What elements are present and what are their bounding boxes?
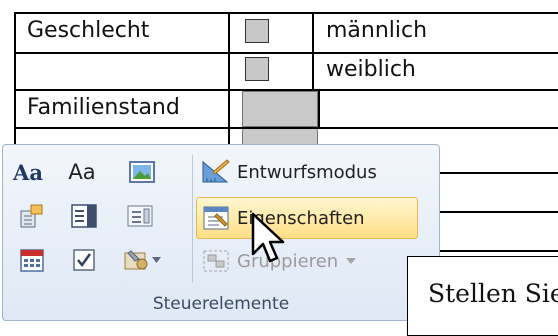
chevron-down-icon	[152, 257, 161, 263]
rich-text-control-button[interactable]: Aa	[13, 157, 43, 187]
checkbox-icon	[73, 249, 95, 271]
row-label-geschlecht: Geschlecht	[27, 18, 150, 43]
building-block-icon	[20, 204, 43, 228]
table-line	[312, 12, 314, 89]
rich-text-glyph: Aa	[13, 159, 43, 185]
group-icon	[203, 250, 229, 272]
dropdown-field-familienstand[interactable]	[242, 91, 318, 127]
option-maennlich: männlich	[326, 18, 428, 43]
dropdown-field-below[interactable]	[242, 129, 318, 145]
building-block-button[interactable]	[17, 201, 47, 231]
picture-control-button[interactable]	[127, 157, 157, 187]
drop-down-list-button[interactable]	[125, 201, 155, 231]
properties-button[interactable]: Eigenschaften	[196, 197, 418, 239]
date-picker-button[interactable]	[17, 245, 47, 275]
table-line	[228, 12, 230, 145]
calendar-icon	[20, 249, 44, 272]
table-line	[440, 250, 558, 252]
table-line	[14, 52, 558, 54]
picture-icon	[129, 161, 155, 183]
design-mode-label: Entwurfsmodus	[237, 161, 377, 183]
plain-text-control-button[interactable]: Aa	[67, 157, 97, 187]
combo-box-icon	[71, 204, 97, 228]
legacy-tools-icon	[124, 250, 148, 270]
callout-text: Stellen Sie	[428, 279, 558, 308]
mouse-cursor-icon	[251, 212, 285, 263]
ribbon-group-controls: Aa Aa Entwurfsmodus Eigenschaften Gruppi…	[2, 144, 440, 321]
ribbon-separator	[192, 155, 193, 283]
design-mode-button[interactable]: Entwurfsmodus	[201, 155, 377, 189]
ribbon-group-label: Steuerelemente	[152, 294, 290, 314]
plain-text-glyph: Aa	[68, 160, 96, 184]
table-line	[440, 211, 558, 213]
checkbox-control-button[interactable]	[69, 245, 99, 275]
combo-box-button[interactable]	[69, 201, 99, 231]
checkbox-weiblich[interactable]	[245, 57, 269, 81]
instruction-callout: Stellen Sie	[407, 256, 558, 336]
table-line	[440, 172, 558, 174]
legacy-tools-button[interactable]	[119, 245, 165, 275]
properties-icon	[203, 206, 229, 230]
chevron-down-icon	[346, 258, 357, 264]
design-mode-icon	[202, 159, 230, 183]
row-label-familienstand: Familienstand	[27, 95, 180, 120]
table-line	[14, 12, 16, 145]
checkbox-maennlich[interactable]	[245, 19, 269, 43]
table-line	[14, 12, 558, 14]
drop-down-list-icon	[127, 205, 153, 227]
table-line	[318, 91, 320, 127]
option-weiblich: weiblich	[326, 57, 416, 82]
